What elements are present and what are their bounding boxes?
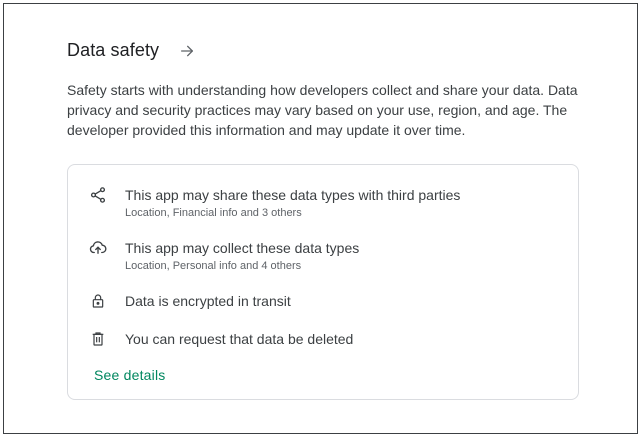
list-item-delete: You can request that data be deleted — [88, 329, 353, 349]
section-description: Safety starts with understanding how dev… — [67, 82, 578, 138]
arrow-right-icon[interactable] — [179, 43, 195, 59]
item-title: Data is encrypted in transit — [125, 293, 291, 309]
item-subtitle: Location, Personal info and 4 others — [125, 260, 302, 272]
data-safety-card: This app may share these data types with… — [67, 164, 579, 400]
data-safety-panel: Data safety Safety starts with understan… — [3, 3, 638, 434]
cloud-upload-icon — [88, 238, 108, 258]
data-safety-header[interactable]: Data safety — [67, 40, 195, 61]
share-icon — [88, 185, 108, 205]
list-item-encrypted: Data is encrypted in transit — [88, 291, 291, 311]
section-title: Data safety — [67, 40, 160, 60]
trash-icon — [88, 329, 108, 349]
see-details-link[interactable]: See details — [94, 365, 165, 385]
lock-icon — [88, 291, 108, 311]
item-title: This app may share these data types with… — [125, 187, 461, 203]
list-item-share: This app may share these data types with… — [88, 185, 460, 221]
item-title: You can request that data be deleted — [125, 331, 354, 347]
item-subtitle: Location, Financial info and 3 others — [125, 207, 302, 219]
item-title: This app may collect these data types — [125, 240, 360, 256]
list-item-collect: This app may collect these data types Lo… — [88, 238, 359, 274]
